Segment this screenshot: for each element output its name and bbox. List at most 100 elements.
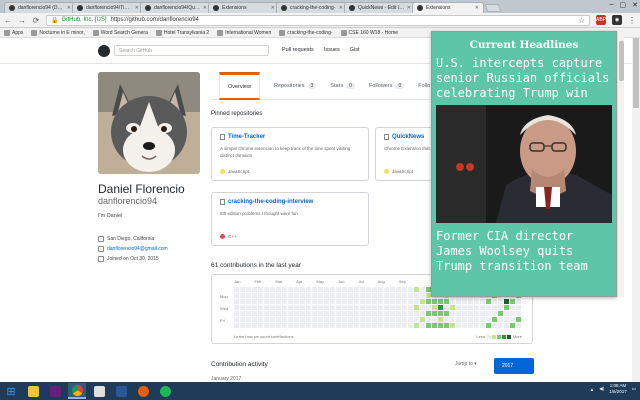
contribution-day[interactable] [342,299,347,304]
contribution-day[interactable] [312,311,317,316]
contribution-day[interactable] [426,317,431,322]
tab-close-icon[interactable]: ✕ [203,5,207,11]
contribution-day[interactable] [468,305,473,310]
contribution-day[interactable] [318,317,323,322]
contribution-day[interactable] [288,305,293,310]
contribution-day[interactable] [462,317,467,322]
nav-issues[interactable]: Issues [324,47,340,53]
contribution-day[interactable] [288,299,293,304]
contribution-day[interactable] [414,305,419,310]
contribution-day[interactable] [282,305,287,310]
contribution-day[interactable] [330,311,335,316]
word-icon[interactable] [112,383,130,399]
contribution-day[interactable] [498,317,503,322]
contribution-day[interactable] [318,323,323,328]
contribution-day[interactable] [366,293,371,298]
contribution-day[interactable] [390,305,395,310]
contribution-day[interactable] [276,311,281,316]
contribution-day[interactable] [510,305,515,310]
contribution-day[interactable] [348,293,353,298]
contribution-day[interactable] [318,305,323,310]
contribution-day[interactable] [294,317,299,322]
contribution-day[interactable] [444,317,449,322]
contribution-day[interactable] [438,323,443,328]
contribution-day[interactable] [366,317,371,322]
contribution-day[interactable] [240,299,245,304]
contribution-day[interactable] [378,311,383,316]
contribution-day[interactable] [408,305,413,310]
contribution-day[interactable] [258,299,263,304]
contribution-day[interactable] [456,305,461,310]
contribution-day[interactable] [396,317,401,322]
bookmark-item[interactable]: CSE 160 W18 - Home [340,29,398,36]
contribution-day[interactable] [276,323,281,328]
contribution-day[interactable] [378,287,383,292]
profile-tab[interactable]: Repositories 3 [274,72,317,100]
contribution-day[interactable] [378,293,383,298]
contribution-day[interactable] [372,317,377,322]
browser-tab[interactable]: cracking-the-coding- ✕ [276,2,348,13]
contribution-day[interactable] [300,317,305,322]
contribution-day[interactable] [468,311,473,316]
contribution-day[interactable] [420,287,425,292]
contribution-day[interactable] [396,299,401,304]
contribution-day[interactable] [480,311,485,316]
contribution-day[interactable] [306,323,311,328]
contribution-day[interactable] [462,311,467,316]
contribution-day[interactable] [294,299,299,304]
contribution-day[interactable] [396,323,401,328]
contribution-day[interactable] [234,311,239,316]
contribution-day[interactable] [294,293,299,298]
contribution-day[interactable] [510,299,515,304]
contribution-day[interactable] [324,305,329,310]
browser-tab[interactable]: danflorencio94/Time-Tr ✕ [72,2,144,13]
bookmark-item[interactable]: Nocturne in E minor, [31,29,85,36]
contribution-day[interactable] [252,317,257,322]
chrome-menu-icon[interactable]: ⋮ [628,16,636,25]
contribution-day[interactable] [438,299,443,304]
contribution-day[interactable] [438,311,443,316]
contribution-day[interactable] [312,305,317,310]
contribution-day[interactable] [240,293,245,298]
contribution-day[interactable] [330,293,335,298]
contribution-day[interactable] [300,305,305,310]
contribution-day[interactable] [378,317,383,322]
contribution-day[interactable] [240,317,245,322]
contribution-day[interactable] [468,299,473,304]
contribution-day[interactable] [408,293,413,298]
pinned-repo-name-text[interactable]: QuickNews [392,134,424,140]
contribution-day[interactable] [444,311,449,316]
contribution-day[interactable] [276,305,281,310]
profile-tab[interactable]: Followers 0 [369,72,405,100]
contribution-day[interactable] [372,293,377,298]
contribution-day[interactable] [486,299,491,304]
maximize-button[interactable]: ▢ [620,1,627,9]
bookmark-item[interactable]: Hotel Transylvania 2 [155,29,209,36]
photos-icon[interactable] [90,383,108,399]
contribution-day[interactable] [270,299,275,304]
contribution-day[interactable] [450,299,455,304]
contribution-day[interactable] [384,317,389,322]
tab-close-icon[interactable]: ✕ [407,5,411,11]
contribution-day[interactable] [486,317,491,322]
contribution-day[interactable] [492,305,497,310]
contribution-day[interactable] [384,287,389,292]
contribution-day[interactable] [264,317,269,322]
contribution-day[interactable] [480,299,485,304]
contribution-day[interactable] [330,323,335,328]
contribution-day[interactable] [234,287,239,292]
contribution-day[interactable] [414,323,419,328]
contribution-day[interactable] [258,317,263,322]
contribution-day[interactable] [474,317,479,322]
contribution-day[interactable] [354,287,359,292]
contribution-day[interactable] [396,293,401,298]
contribution-day[interactable] [348,323,353,328]
contribution-day[interactable] [312,317,317,322]
contribution-day[interactable] [234,299,239,304]
contribution-day[interactable] [270,305,275,310]
contribution-day[interactable] [420,311,425,316]
contribution-day[interactable] [306,311,311,316]
contribution-day[interactable] [402,305,407,310]
contribution-day[interactable] [264,293,269,298]
contribution-day[interactable] [246,323,251,328]
